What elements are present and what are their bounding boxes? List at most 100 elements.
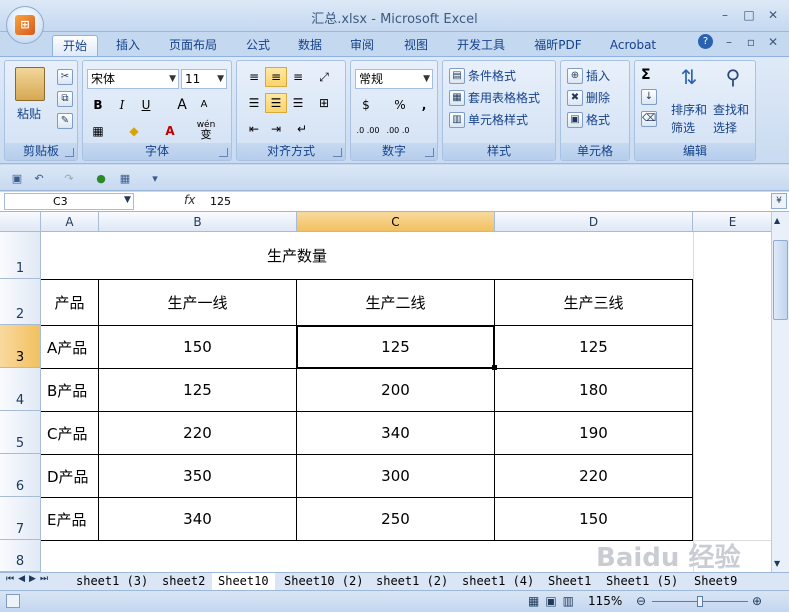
number-format-combo[interactable]: 常规 ▼ <box>355 69 433 89</box>
tab-developer[interactable]: 开发工具 <box>448 35 514 56</box>
clipboard-dialog-launcher[interactable] <box>65 148 74 157</box>
font-color-icon[interactable]: A <box>159 121 181 141</box>
table-cell[interactable]: 180 <box>495 369 692 411</box>
autosum-button[interactable]: Σ <box>641 67 651 83</box>
select-all-button[interactable] <box>0 212 41 232</box>
name-box-chevron-icon[interactable]: ▼ <box>124 195 131 205</box>
zoom-in-icon[interactable]: ⊕ <box>752 594 762 608</box>
borders-icon[interactable]: ▦ <box>87 121 109 141</box>
zoom-level[interactable]: 115% <box>588 594 622 608</box>
decrease-decimal-button[interactable]: .00 .0 <box>385 121 411 141</box>
table-cell[interactable]: 125 <box>495 326 692 368</box>
find-select-label-1[interactable]: 查找和 <box>713 101 749 118</box>
cell-styles-button[interactable]: ▥ 单元格样式 <box>449 111 528 128</box>
table-cell[interactable]: E产品 <box>41 498 98 540</box>
vertical-scrollbar[interactable]: ▲ ▼ <box>771 212 789 572</box>
table-cell[interactable]: 350 <box>99 455 296 497</box>
tab-review[interactable]: 审阅 <box>342 35 382 56</box>
copy-icon[interactable]: ⧉ <box>57 91 73 107</box>
redo-icon[interactable]: ↷ <box>60 169 78 187</box>
table-cell[interactable]: 340 <box>99 498 296 540</box>
table-cell[interactable]: A产品 <box>41 326 98 368</box>
view-buttons[interactable]: ▦▣▥ <box>528 594 580 608</box>
scroll-down-icon[interactable]: ▼ <box>774 559 780 568</box>
table-cell[interactable]: 150 <box>495 498 692 540</box>
grow-font-button[interactable]: A <box>171 95 193 115</box>
alignment-dialog-launcher[interactable] <box>333 148 342 157</box>
row-header-1[interactable]: 1 <box>0 232 41 279</box>
table-icon[interactable]: ▦ <box>116 169 134 187</box>
sheet-tab[interactable]: Sheet1 (5) <box>600 573 684 590</box>
conditional-formatting-button[interactable]: ▤ 条件格式 <box>449 67 516 84</box>
align-middle-icon[interactable]: ≡ <box>265 67 287 87</box>
tab-foxit-pdf[interactable]: 福昕PDF <box>526 35 590 56</box>
doc-close-button[interactable]: ✕ <box>762 32 784 52</box>
sheet-tab[interactable]: Sheet9 <box>688 573 743 590</box>
table-cell[interactable]: 340 <box>297 412 494 454</box>
shrink-font-button[interactable]: A <box>193 95 215 115</box>
table-cell[interactable]: B产品 <box>41 369 98 411</box>
align-bottom-icon[interactable]: ≡ <box>287 67 309 87</box>
percent-button[interactable]: % <box>389 95 411 115</box>
fill-color-icon[interactable]: ◆ <box>123 121 145 141</box>
office-button[interactable]: ⊞ <box>6 6 44 44</box>
row-header-6[interactable]: 6 <box>0 454 41 497</box>
table-cell[interactable]: 250 <box>297 498 494 540</box>
decrease-indent-icon[interactable]: ⇤ <box>243 119 265 139</box>
row-header-5[interactable]: 5 <box>0 411 41 454</box>
align-left-icon[interactable]: ☰ <box>243 93 265 113</box>
table-cell[interactable]: D产品 <box>41 455 98 497</box>
tab-formulas[interactable]: 公式 <box>238 35 278 56</box>
column-header-e[interactable]: E <box>693 212 773 232</box>
customize-qat-icon[interactable]: ▾ <box>146 169 164 187</box>
font-dialog-launcher[interactable] <box>219 148 228 157</box>
column-header-a[interactable]: A <box>41 212 99 232</box>
tab-acrobat[interactable]: Acrobat <box>602 35 664 56</box>
expand-formula-icon[interactable]: ¥ <box>771 193 787 209</box>
fill-icon[interactable]: ↓ <box>641 89 657 105</box>
row-header-3[interactable]: 3 <box>0 325 41 368</box>
fill-handle[interactable] <box>492 365 497 370</box>
table-cell[interactable]: 200 <box>297 369 494 411</box>
accounting-icon[interactable]: $ <box>355 95 377 115</box>
sheet-tab-active[interactable]: Sheet10 <box>212 573 275 590</box>
doc-minimize-button[interactable]: – <box>718 32 740 52</box>
phonetic-button[interactable]: wén 变 <box>195 119 217 140</box>
sheet-tab[interactable]: Sheet10 (2) <box>278 573 369 590</box>
active-cell[interactable]: 125 <box>296 325 495 369</box>
minimize-button[interactable]: – <box>714 5 736 25</box>
table-cell[interactable]: 150 <box>99 326 296 368</box>
sheet-tab[interactable]: sheet1 (2) <box>370 573 454 590</box>
tab-page-layout[interactable]: 页面布局 <box>160 35 226 56</box>
align-top-icon[interactable]: ≡ <box>243 67 265 87</box>
zoom-slider-thumb[interactable] <box>697 596 703 607</box>
scroll-up-icon[interactable]: ▲ <box>774 216 780 225</box>
row-header-4[interactable]: 4 <box>0 368 41 411</box>
table-header-cell[interactable]: 生产二线 <box>297 280 494 325</box>
row-header-7[interactable]: 7 <box>0 497 41 540</box>
close-button[interactable]: ✕ <box>762 5 784 25</box>
sort-filter-label-2[interactable]: 筛选 <box>671 119 695 136</box>
scroll-thumb[interactable] <box>773 240 788 320</box>
tab-view[interactable]: 视图 <box>396 35 436 56</box>
zoom-out-icon[interactable]: ⊖ <box>636 594 646 608</box>
clear-icon[interactable]: ⌫ <box>641 111 657 127</box>
underline-button[interactable]: U <box>135 95 157 115</box>
align-right-icon[interactable]: ☰ <box>287 93 309 113</box>
font-name-combo[interactable]: 宋体 ▼ <box>87 69 179 89</box>
italic-button[interactable]: I <box>111 95 133 115</box>
sheet-tab[interactable]: sheet1 (3) <box>70 573 154 590</box>
increase-indent-icon[interactable]: ⇥ <box>265 119 287 139</box>
name-box[interactable]: C3 <box>4 193 134 210</box>
bold-button[interactable]: B <box>87 95 109 115</box>
circle-icon[interactable]: ● <box>92 169 110 187</box>
paste-button[interactable]: 粘贴 <box>17 105 41 122</box>
merge-center-icon[interactable]: ⊞ <box>313 93 335 113</box>
orientation-icon[interactable]: ⤢ <box>313 67 335 87</box>
sheet-nav-icons[interactable]: ⏮◀▶⏭ <box>6 574 52 584</box>
maximize-button[interactable]: □ <box>738 5 760 25</box>
font-size-combo[interactable]: 11 ▼ <box>181 69 227 89</box>
table-cell[interactable]: 220 <box>495 455 692 497</box>
row-header-2[interactable]: 2 <box>0 279 41 325</box>
find-select-label-2[interactable]: 选择 <box>713 119 737 136</box>
